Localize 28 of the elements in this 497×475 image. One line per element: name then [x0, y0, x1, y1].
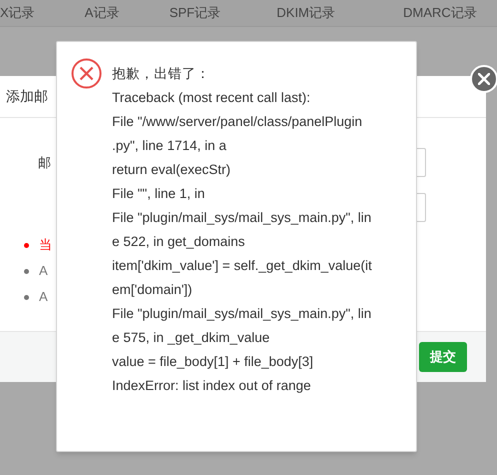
- traceback-line: e 522, in get_domains: [112, 233, 246, 251]
- note-text: A: [39, 262, 48, 280]
- traceback-line: .py", line 1714, in a: [112, 137, 228, 155]
- note-text: 当: [39, 236, 52, 254]
- close-icon: [478, 73, 490, 85]
- note-text: A: [39, 288, 48, 306]
- tab[interactable]: SPF记录: [169, 5, 221, 20]
- traceback-line: em['domain']): [112, 281, 194, 299]
- traceback-line: value = file_body[1] + file_body[3]: [112, 353, 314, 371]
- traceback-line: File "plugin/mail_sys/mail_sys_main.py", lin: [112, 209, 372, 227]
- traceback-line: Traceback (most recent call last):: [112, 89, 312, 107]
- traceback-line: IndexError: list index out of range: [112, 377, 312, 395]
- field-label: 邮: [38, 154, 51, 172]
- traceback-line: File "/www/server/panel/class/panelPlugin: [112, 113, 364, 131]
- submit-button[interactable]: 提交: [419, 342, 467, 372]
- traceback-line: item['dkim_value'] = self._get_dkim_value(it: [112, 257, 372, 275]
- close-button[interactable]: [470, 65, 497, 93]
- tab[interactable]: DKIM记录: [276, 5, 336, 20]
- error-icon: [71, 58, 102, 89]
- traceback-line: File "", line 1, in: [112, 185, 206, 203]
- tab[interactable]: X记录: [0, 5, 35, 20]
- error-heading: 抱歉，出错了：: [112, 65, 211, 83]
- traceback-line: e 575, in _get_dkim_value: [112, 329, 271, 347]
- dialog-title: 添加邮: [6, 87, 48, 106]
- traceback-line: File "plugin/mail_sys/mail_sys_main.py", lin: [112, 305, 372, 323]
- tab[interactable]: A记录: [84, 5, 120, 20]
- tab[interactable]: DMARC记录: [403, 5, 477, 20]
- traceback-line: return eval(execStr): [112, 161, 232, 179]
